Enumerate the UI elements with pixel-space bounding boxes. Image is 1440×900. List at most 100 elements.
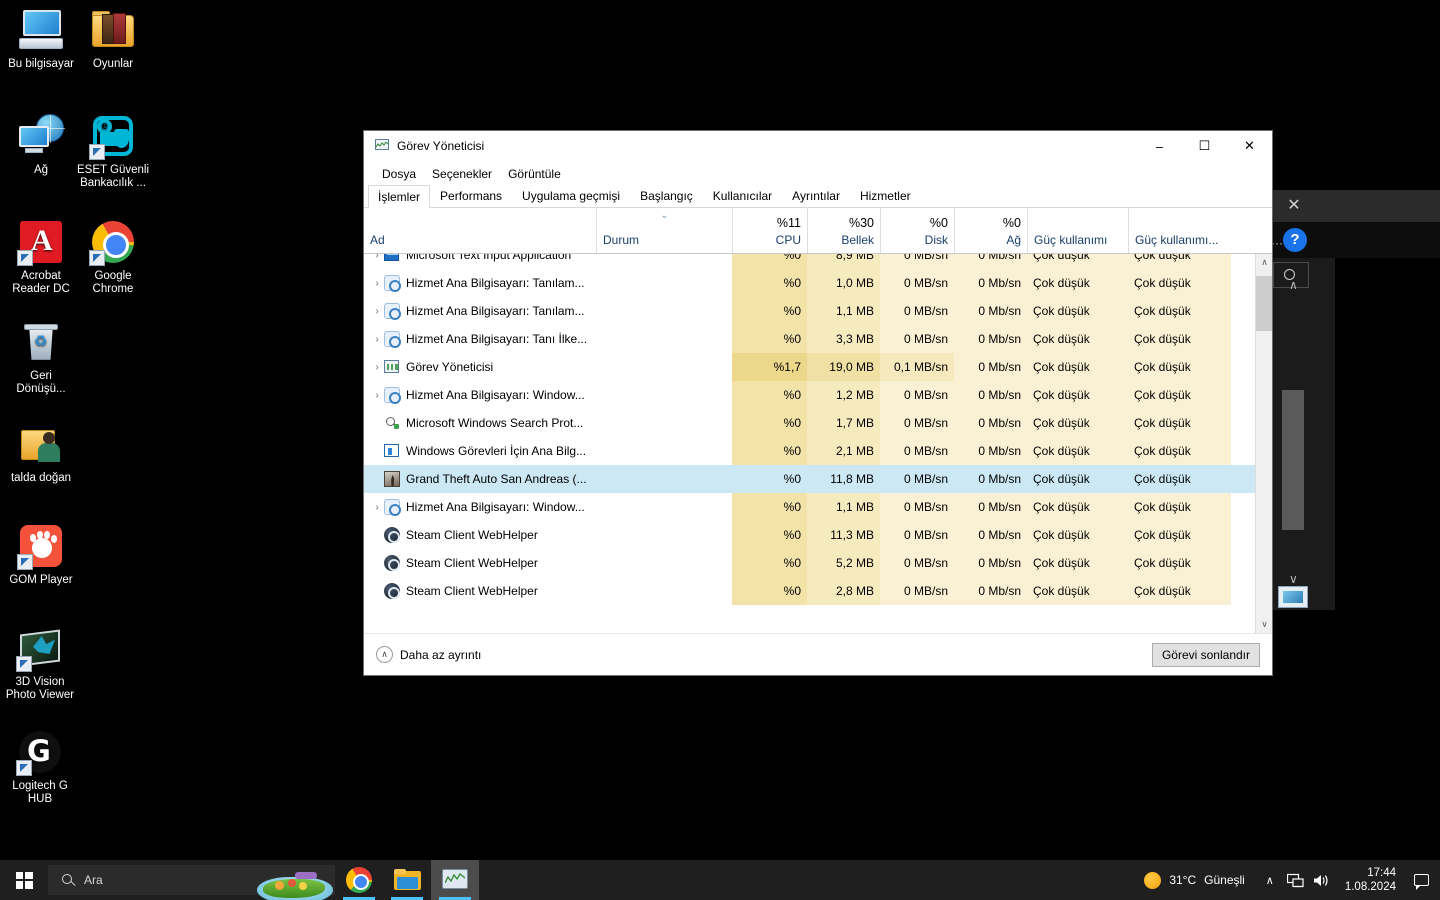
table-row[interactable]: › Hizmet Ana Bilgisayarı: Window... %0 1,1 … (364, 493, 1272, 521)
start-button[interactable] (0, 860, 48, 900)
table-row[interactable]: Steam Client WebHelper %0 5,2 MB 0 MB/sn 0 M… (364, 549, 1272, 577)
table-row[interactable]: Windows Görevleri İçin Ana Bilg... %0 2,1 … (364, 437, 1272, 465)
network-icon[interactable] (1283, 860, 1309, 900)
table-row[interactable]: › Hizmet Ana Bilgisayarı: Tanılam... %0 1,1… (364, 297, 1272, 325)
desktop-icon-3d-vision[interactable]: 3D Vision Photo Viewer (0, 624, 80, 702)
desktop-icon-chrome[interactable]: Google Chrome (76, 218, 150, 296)
volume-icon[interactable] (1309, 860, 1335, 900)
shortcut-overlay-icon (89, 250, 105, 266)
table-row[interactable]: Steam Client WebHelper %0 11,3 MB 0 MB/sn 0 … (364, 521, 1272, 549)
table-row[interactable]: › Hizmet Ana Bilgisayarı: Tanı İlke... %0 3… (364, 325, 1272, 353)
weather-widget[interactable]: 31°C Güneşli (1132, 860, 1257, 900)
service-gear-icon (384, 275, 401, 292)
action-center-button[interactable] (1406, 860, 1436, 900)
scroll-up-button[interactable]: ∧ (1256, 254, 1272, 271)
column-header-cpu[interactable]: %11 CPU (732, 208, 807, 253)
close-icon[interactable]: ✕ (1281, 194, 1307, 218)
background-window[interactable]: ✕ ··· ? ∧ ∨ (1245, 190, 1440, 610)
tab-6[interactable]: Hizmetler (850, 184, 921, 207)
cell-cpu: %0 (732, 269, 807, 297)
menu-item-secenekler[interactable]: Seçenekler (424, 164, 500, 184)
table-row[interactable]: › Hizmet Ana Bilgisayarı: Tanılam... %0 1,0… (364, 269, 1272, 297)
minimize-button[interactable]: – (1137, 131, 1182, 161)
tab-5[interactable]: Ayrıntılar (782, 184, 850, 207)
table-row[interactable]: Microsoft Windows Search Prot... %0 1,7 MB… (364, 409, 1272, 437)
scroll-down-button[interactable]: ∨ (1256, 616, 1272, 633)
show-hidden-icons-button[interactable]: ∧ (1257, 860, 1283, 900)
maximize-button[interactable]: ☐ (1182, 131, 1227, 161)
cell-power: Çok düşük (1027, 493, 1128, 521)
desktop-icon-logitech-ghub[interactable]: G Logitech G HUB (1, 728, 79, 806)
task-manager-window[interactable]: Görev Yöneticisi – ☐ ✕ Dosya Seçenekler … (363, 130, 1273, 676)
expand-chevron-icon[interactable]: › (370, 278, 384, 289)
desktop-icon-eset[interactable]: e ESET Güvenli Bankacılık ... (74, 112, 152, 190)
close-button[interactable]: ✕ (1227, 131, 1272, 161)
thumbnail-preview[interactable] (1278, 586, 1308, 608)
taskbar-app-chrome[interactable] (335, 860, 383, 900)
clock[interactable]: 17:44 1.08.2024 (1335, 860, 1406, 900)
table-row[interactable]: › Microsoft Text Input Application %0 8,9 M… (364, 254, 1272, 269)
search-input[interactable]: Ara (48, 865, 335, 900)
desktop-icon-recycle-bin[interactable]: ♻ Geri Dönüşü... (4, 318, 78, 396)
cell-disk: 0,1 MB/sn (880, 353, 954, 381)
desktop-icon-network[interactable]: Ağ (4, 112, 78, 177)
table-row[interactable]: › Hizmet Ana Bilgisayarı: Window... %0 1,2 … (364, 381, 1272, 409)
column-header-memory[interactable]: %30 Bellek (807, 208, 880, 253)
menu-item-dosya[interactable]: Dosya (374, 164, 424, 184)
tab-3[interactable]: Başlangıç (630, 184, 703, 207)
vertical-scrollbar[interactable]: ∧ ∨ (1255, 254, 1272, 633)
column-header-power[interactable]: Güç kullanımı (1027, 208, 1128, 253)
titlebar[interactable]: Görev Yöneticisi – ☐ ✕ (364, 131, 1272, 161)
process-name: Hizmet Ana Bilgisayarı: Tanılam... (406, 276, 585, 290)
expand-chevron-icon[interactable]: › (370, 334, 384, 345)
weather-condition: Güneşli (1204, 873, 1245, 887)
column-header-name[interactable]: Ad (364, 208, 596, 253)
menu-item-goruntule[interactable]: Görüntüle (500, 164, 569, 184)
expand-chevron-icon[interactable]: › (370, 254, 384, 261)
cell-net: 0 Mb/sn (954, 549, 1027, 577)
shortcut-overlay-icon (17, 554, 33, 570)
scroll-up-icon[interactable]: ∧ (1289, 278, 1298, 292)
end-task-button[interactable]: Görevi sonlandır (1151, 642, 1260, 667)
tab-1[interactable]: Performans (430, 184, 512, 207)
taskbar-app-task-manager[interactable] (431, 860, 479, 900)
tab-2[interactable]: Uygulama geçmişi (512, 184, 630, 207)
expand-chevron-icon[interactable]: › (370, 502, 384, 513)
desktop-icon-acrobat[interactable]: A Acrobat Reader DC (4, 218, 78, 296)
table-header-row: Ad ⌄ Durum %11 CPU %30 Bellek %0 Disk %0 Ağ Güç kul… (364, 208, 1272, 254)
taskbar: Ara 31°C Güneşli ∧ 17:44 1.08.2024 (0, 860, 1440, 900)
cell-memory: 1,1 MB (807, 493, 880, 521)
eset-banking-icon: e (89, 112, 137, 160)
blue-app-icon (384, 254, 400, 263)
cell-name: Microsoft Windows Search Prot... (364, 409, 596, 437)
tab-4[interactable]: Kullanıcılar (703, 184, 782, 207)
tab-0[interactable]: İşlemler (368, 185, 431, 208)
scrollbar-thumb[interactable] (1256, 276, 1272, 331)
cell-net: 0 Mb/sn (954, 577, 1027, 605)
column-header-disk[interactable]: %0 Disk (880, 208, 954, 253)
help-icon[interactable]: ? (1283, 228, 1307, 252)
column-header-powert[interactable]: Güç kullanımı... (1128, 208, 1231, 253)
desktop-icon-this-pc[interactable]: Bu bilgisayar (4, 6, 78, 71)
column-header-status[interactable]: ⌄ Durum (596, 208, 732, 253)
desktop-icon-gom-player[interactable]: GOM Player (4, 522, 78, 587)
table-row[interactable]: › Görev Yöneticisi %1,7 19,0 MB 0,1 MB/sn 0 M… (364, 353, 1272, 381)
steam-icon (384, 583, 400, 599)
cell-name: Steam Client WebHelper (364, 577, 596, 605)
fewer-details-button[interactable]: ∧ Daha az ayrıntı (376, 646, 481, 663)
scrollbar-thumb[interactable] (1282, 390, 1304, 530)
process-list[interactable]: › Microsoft Text Input Application %0 8,9 M… (364, 254, 1272, 633)
cell-status (596, 465, 732, 493)
expand-chevron-icon[interactable]: › (370, 390, 384, 401)
expand-chevron-icon[interactable]: › (370, 362, 384, 373)
desktop-icon-user-folder[interactable]: talda doğan (0, 420, 82, 485)
expand-chevron-icon[interactable]: › (370, 306, 384, 317)
taskbar-app-file-explorer[interactable] (383, 860, 431, 900)
desktop-icon-oyunlar[interactable]: Oyunlar (76, 6, 150, 71)
table-row[interactable]: Steam Client WebHelper %0 2,8 MB 0 MB/sn 0 M… (364, 577, 1272, 605)
cell-powert: Çok düşük (1128, 521, 1231, 549)
column-header-net[interactable]: %0 Ağ (954, 208, 1027, 253)
scroll-down-icon[interactable]: ∨ (1289, 572, 1298, 586)
shortcut-overlay-icon (89, 144, 105, 160)
table-row[interactable]: Grand Theft Auto San Andreas (... %0 11,8 … (364, 465, 1272, 493)
